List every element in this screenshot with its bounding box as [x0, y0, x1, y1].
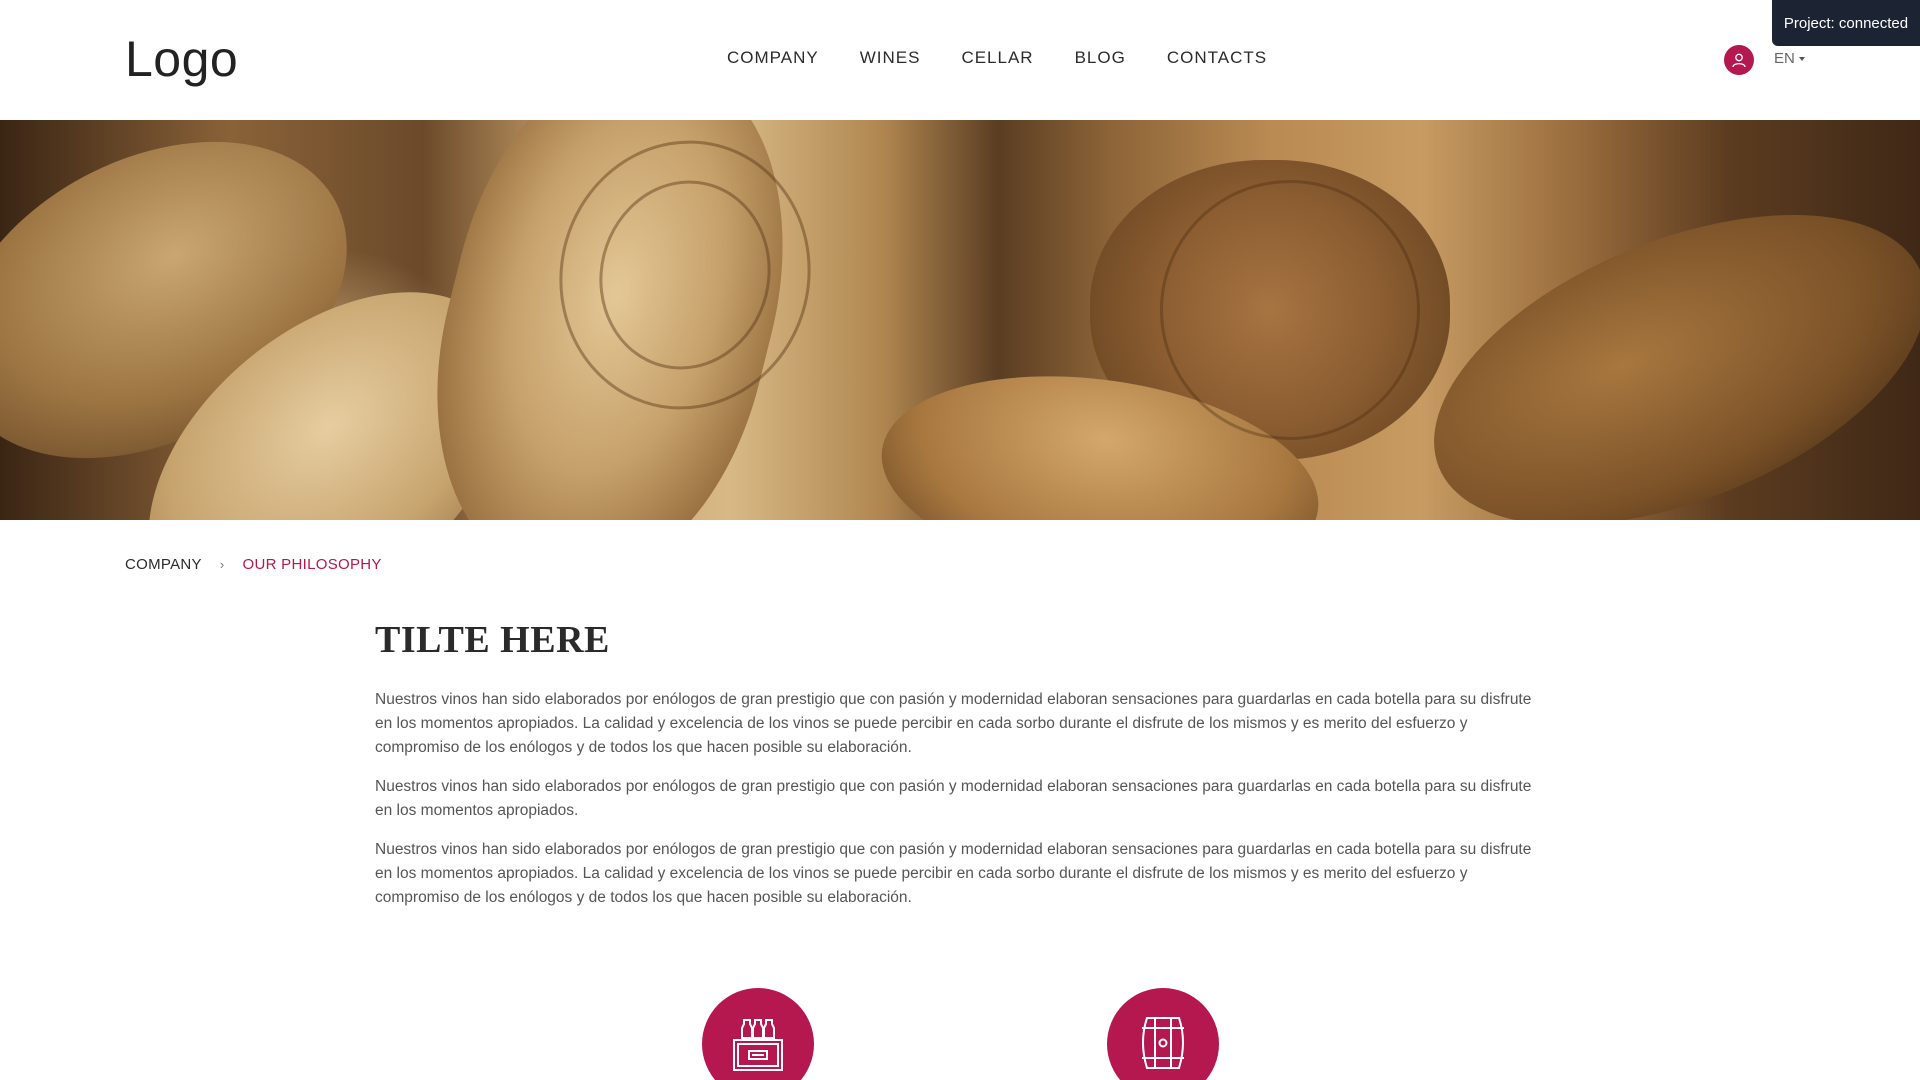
- hero-image: [0, 120, 1920, 520]
- cork-shape: [1390, 152, 1920, 520]
- nav-blog[interactable]: BLOG: [1075, 48, 1126, 68]
- page-title: TILTE HERE: [375, 619, 610, 661]
- user-account-button[interactable]: [1724, 45, 1754, 75]
- breadcrumb-company[interactable]: COMPANY: [125, 556, 202, 573]
- feature-wine-crate: [702, 988, 814, 1080]
- site-header: Logo COMPANY WINES CELLAR BLOG CONTACTS …: [0, 0, 1920, 120]
- chevron-right-icon: ›: [219, 557, 225, 572]
- user-icon: [1732, 53, 1746, 68]
- language-label: EN: [1774, 50, 1795, 67]
- wine-crate-icon: [733, 1019, 783, 1071]
- caret-down-icon: [1798, 57, 1805, 61]
- nav-cellar[interactable]: CELLAR: [961, 48, 1033, 68]
- nav-contacts[interactable]: CONTACTS: [1167, 48, 1267, 68]
- paragraph: Nuestros vinos han sido elaborados por e…: [375, 841, 1532, 906]
- cork-end-ring: [1160, 180, 1420, 440]
- main-nav: COMPANY WINES CELLAR BLOG CONTACTS: [727, 48, 1308, 68]
- connection-status-badge: Project: connected: [1772, 0, 1920, 46]
- language-selector[interactable]: EN: [1774, 50, 1805, 67]
- nav-wines[interactable]: WINES: [860, 48, 921, 68]
- main-content: TILTE HERE Nuestros vinos han sido elabo…: [375, 618, 1545, 925]
- wine-barrel-icon: [1142, 1017, 1184, 1069]
- feature-wine-barrel: [1107, 988, 1219, 1080]
- nav-company[interactable]: COMPANY: [727, 48, 819, 68]
- breadcrumb: COMPANY › OUR PHILOSOPHY: [125, 556, 382, 573]
- paragraph: Nuestros vinos han sido elaborados por e…: [375, 778, 1532, 819]
- breadcrumb-current: OUR PHILOSOPHY: [242, 556, 382, 573]
- logo[interactable]: Logo: [125, 30, 238, 88]
- paragraph: Nuestros vinos han sido elaborados por e…: [375, 691, 1532, 756]
